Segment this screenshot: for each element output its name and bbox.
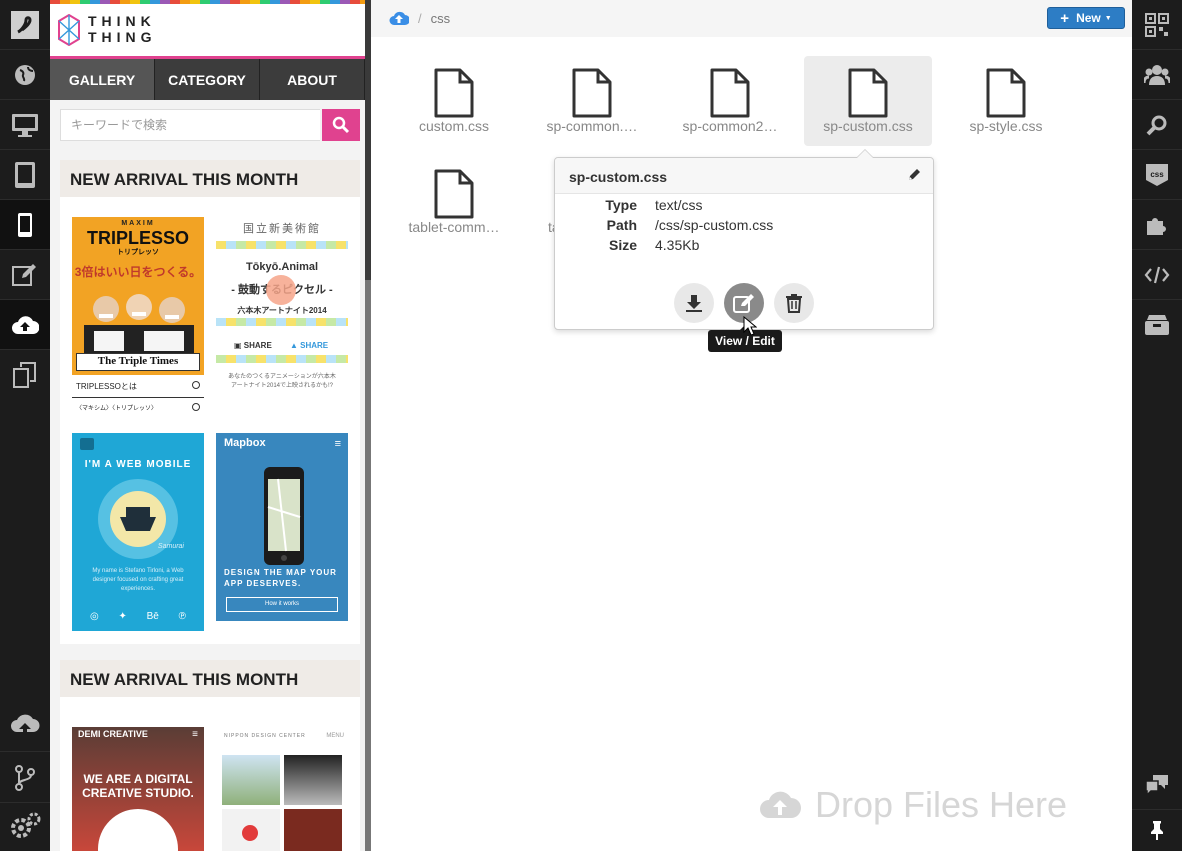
code-icon[interactable] xyxy=(1132,250,1182,300)
file-type-row: Type text/css xyxy=(555,197,935,217)
file-info-popover: sp-custom.css Type text/css Path /css/sp… xyxy=(554,149,935,330)
menu-category[interactable]: CATEGORY xyxy=(155,59,260,100)
site-search-button[interactable] xyxy=(322,109,360,141)
download-icon xyxy=(686,295,702,312)
search-icon xyxy=(332,116,350,134)
file-name: custom.css xyxy=(418,118,489,134)
new-button[interactable]: + New ▼ xyxy=(1047,7,1125,29)
trash-icon xyxy=(786,294,802,313)
gallery-section: NEW ARRIVAL THIS MONTH MAXIM TRIPLESSO ト… xyxy=(60,160,360,644)
edit-icon xyxy=(733,294,754,313)
chat-icon[interactable] xyxy=(1132,760,1182,810)
pencil-icon[interactable] xyxy=(907,168,921,182)
file-item[interactable]: sp-style.css xyxy=(942,56,1070,146)
left-toolbar xyxy=(0,0,50,851)
cloud-upload-icon[interactable] xyxy=(389,10,409,26)
file-name: tablet-comm… xyxy=(408,219,500,235)
breadcrumb-folder[interactable]: css xyxy=(431,11,451,26)
file-item[interactable]: sp-common.… xyxy=(528,56,656,146)
archive-icon[interactable] xyxy=(1132,300,1182,350)
file-name: sp-common2… xyxy=(682,118,778,134)
menu-gallery[interactable]: GALLERY xyxy=(50,59,155,100)
drop-zone-label: Drop Files Here xyxy=(815,784,1068,825)
file-manager: / css + New ▼ custom.css sp-common.… sp-… xyxy=(371,0,1132,851)
copy-icon[interactable] xyxy=(0,350,50,400)
breadcrumb-separator: / xyxy=(418,10,422,26)
gallery-thumb-mapbox[interactable]: Mapbox ≡ DESIGN THE MAP YOUR APP DESERVE… xyxy=(216,433,348,621)
gallery-section: NEW ARRIVAL THIS MONTH DEMI CREATIVE ≡ W… xyxy=(60,660,360,851)
gallery-thumb-nippon-design[interactable]: NIPPON DESIGN CENTER MENU xyxy=(216,727,348,851)
globe-icon[interactable] xyxy=(0,50,50,100)
cloud-upload-icon xyxy=(760,791,801,818)
type-value: text/css xyxy=(655,197,703,213)
edit-icon[interactable] xyxy=(0,250,50,300)
file-name: sp-common.… xyxy=(546,118,638,134)
site-search-input[interactable]: キーワードで検索 xyxy=(60,109,320,141)
breadcrumb: / css xyxy=(389,10,450,26)
file-icon xyxy=(986,68,1026,118)
mobile-preview-panel: THINK THING GALLERY CATEGORY ABOUT キーワードで… xyxy=(50,0,365,851)
file-toolbar: / css + New ▼ xyxy=(371,0,1132,37)
file-item[interactable]: sp-common2… xyxy=(666,56,794,146)
phone-icon[interactable] xyxy=(0,200,50,250)
site-header: THINK THING xyxy=(50,4,365,56)
file-name: sp-custom.css xyxy=(823,118,913,134)
settings-icon[interactable] xyxy=(0,801,50,851)
delete-button[interactable] xyxy=(774,283,814,323)
section-title: NEW ARRIVAL THIS MONTH xyxy=(60,660,360,700)
gallery-thumb-triplesso[interactable]: MAXIM TRIPLESSO トリプレッソ 3倍はいい日をつくる。 The T… xyxy=(72,217,204,415)
right-toolbar: css xyxy=(1132,0,1182,851)
file-icon xyxy=(710,68,750,118)
drop-zone[interactable]: Drop Files Here xyxy=(759,784,1067,826)
menu-about[interactable]: ABOUT xyxy=(260,59,365,100)
file-icon xyxy=(434,68,474,118)
qr-code-icon[interactable] xyxy=(1132,0,1182,50)
search-icon[interactable] xyxy=(1132,100,1182,150)
gallery-thumb-tokyo-animal[interactable]: 国立新美術館 Tōkyō.Animal - 鼓動するピクセル - 六本木アートナ… xyxy=(216,217,348,415)
file-icon xyxy=(572,68,612,118)
path-label: Path xyxy=(606,217,637,233)
file-icon xyxy=(848,68,888,118)
branch-icon[interactable] xyxy=(0,753,50,803)
app-logo-icon[interactable] xyxy=(0,0,50,50)
svg-text:css: css xyxy=(1150,170,1164,179)
mouse-cursor-icon xyxy=(743,316,757,336)
css-icon[interactable]: css xyxy=(1132,150,1182,200)
gallery-thumb-web-mobile[interactable]: I'M A WEB MOBILE Samurai My name is Stef… xyxy=(72,433,204,631)
cloud-publish-icon[interactable] xyxy=(0,702,50,752)
desktop-icon[interactable] xyxy=(0,100,50,150)
caret-down-icon: ▼ xyxy=(1104,14,1112,22)
section-title: NEW ARRIVAL THIS MONTH xyxy=(60,160,360,200)
pin-icon[interactable] xyxy=(1132,805,1182,851)
file-item[interactable]: custom.css xyxy=(390,56,518,146)
gallery-thumb-demi-creative[interactable]: DEMI CREATIVE ≡ WE ARE A DIGITAL CREATIV… xyxy=(72,727,204,851)
path-value: /css/sp-custom.css xyxy=(655,217,774,233)
plus-icon: + xyxy=(1060,9,1070,27)
file-item[interactable]: tablet-comm… xyxy=(390,157,518,247)
site-logo-icon[interactable] xyxy=(58,14,80,46)
popover-title: sp-custom.css xyxy=(569,169,668,185)
size-label: Size xyxy=(608,237,637,253)
file-icon xyxy=(434,169,474,219)
file-size-row: Size 4.35Kb xyxy=(555,237,935,257)
site-menu: GALLERY CATEGORY ABOUT xyxy=(50,56,365,100)
site-logo-text[interactable]: THINK THING xyxy=(88,13,157,45)
tablet-icon[interactable] xyxy=(0,150,50,200)
popover-arrow xyxy=(856,149,874,158)
file-item-selected[interactable]: sp-custom.css xyxy=(804,56,932,146)
cloud-upload-icon[interactable] xyxy=(0,300,50,350)
popover-header: sp-custom.css xyxy=(555,158,933,194)
users-icon[interactable] xyxy=(1132,50,1182,100)
puzzle-icon[interactable] xyxy=(1132,200,1182,250)
file-name: sp-style.css xyxy=(969,118,1043,134)
download-button[interactable] xyxy=(674,283,714,323)
file-path-row: Path /css/sp-custom.css xyxy=(555,217,935,237)
type-label: Type xyxy=(605,197,637,213)
size-value: 4.35Kb xyxy=(655,237,700,253)
